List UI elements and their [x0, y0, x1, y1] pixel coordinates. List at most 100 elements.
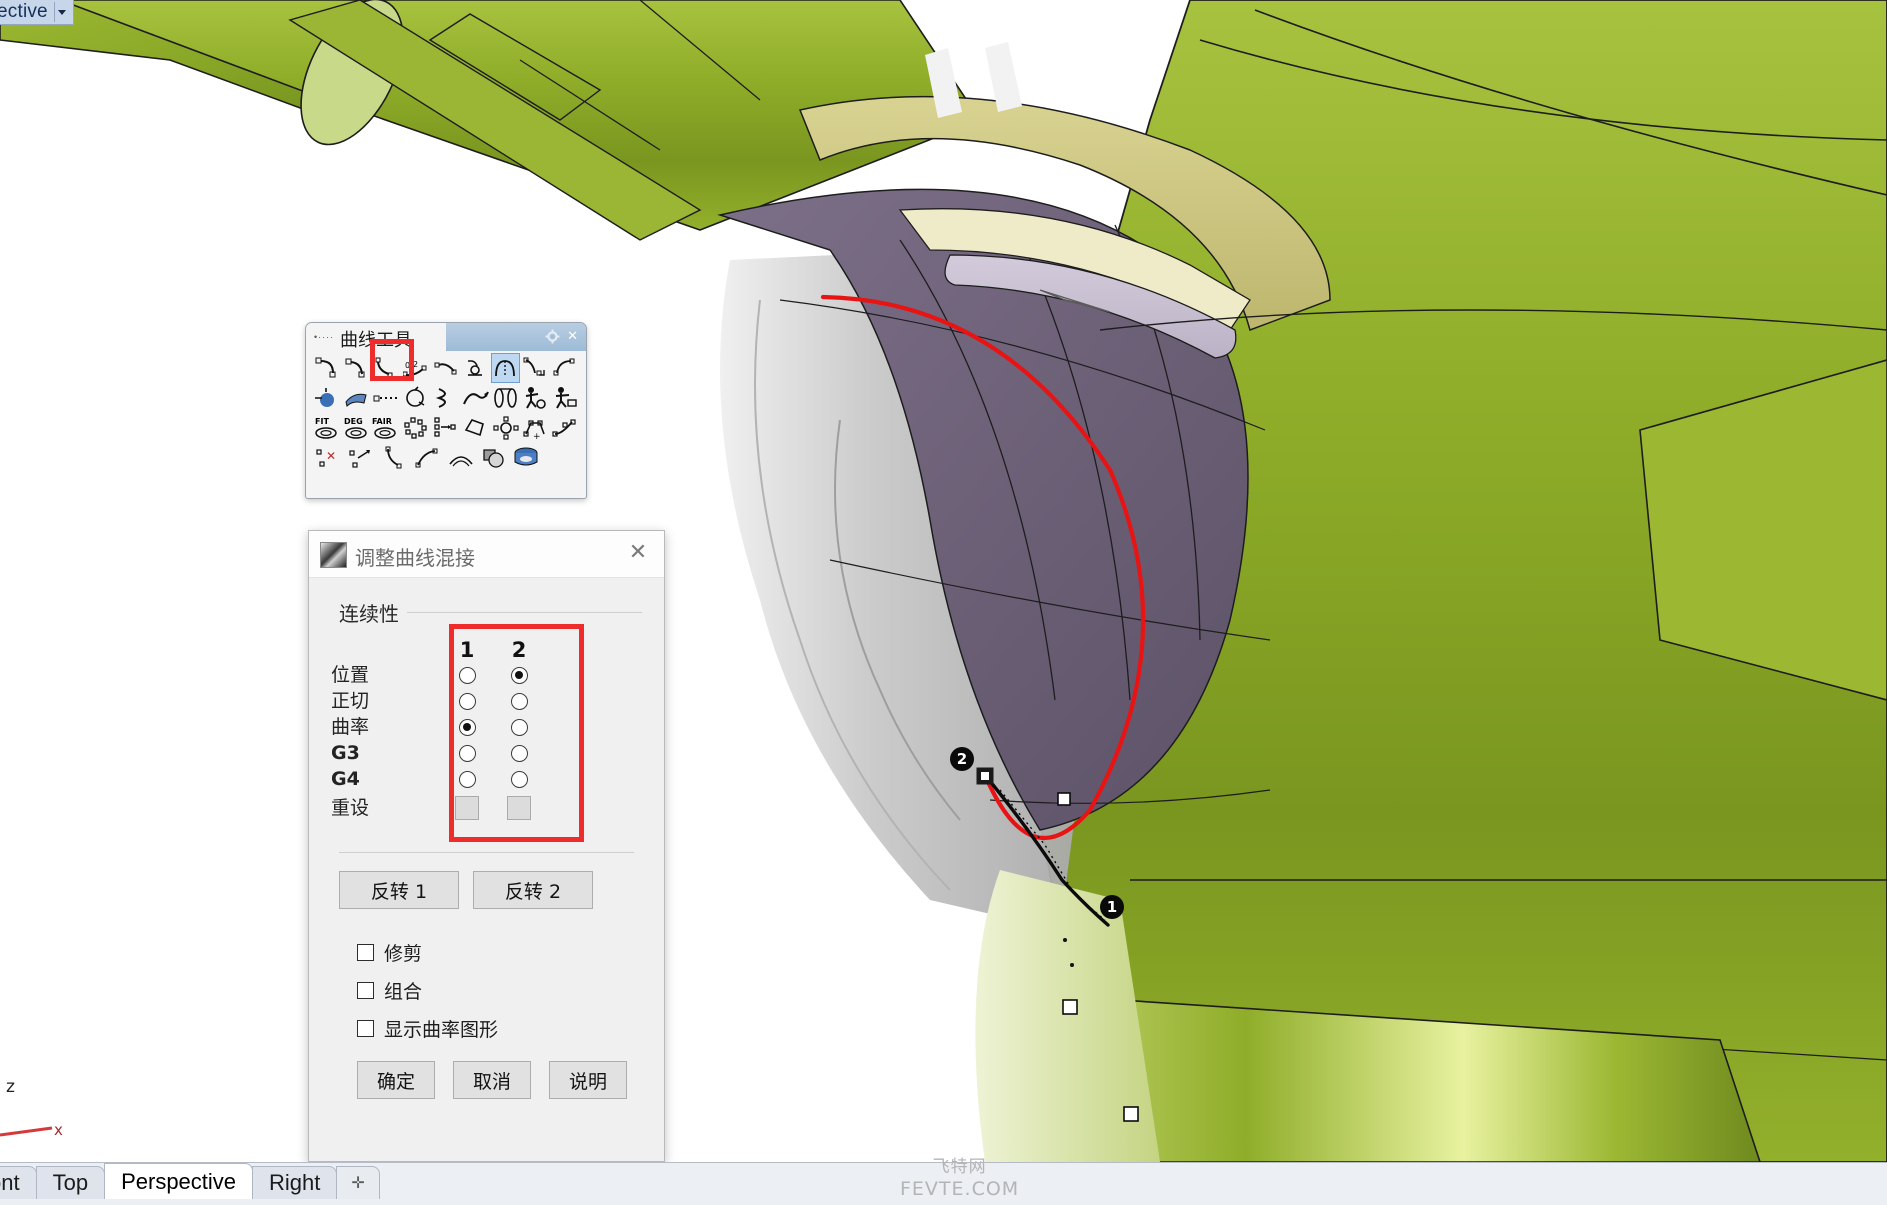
radio-position-col2[interactable]: [510, 666, 528, 684]
curve-blend-icon[interactable]: [342, 353, 372, 383]
radio-curvature-col2[interactable]: [510, 718, 528, 736]
add-viewport-tab-icon[interactable]: ✛: [336, 1166, 380, 1199]
row-label-g3: G3: [331, 742, 360, 764]
ok-button[interactable]: 确定: [357, 1061, 435, 1099]
axis-x-label: x: [54, 1121, 63, 1139]
column-2-label: 2: [511, 638, 527, 662]
trim-label: 修剪: [384, 942, 423, 965]
radio-g3-col2[interactable]: [510, 744, 528, 762]
row-label-curvature: 曲率: [331, 716, 370, 738]
change-degree-icon[interactable]: DEG: [342, 413, 372, 443]
handle-curve-icon[interactable]: [431, 353, 461, 383]
checkbox-row-join[interactable]: 组合: [357, 971, 642, 1009]
fair-curve-icon[interactable]: FAIR: [372, 413, 402, 443]
fillet-corners-icon[interactable]: [461, 353, 491, 383]
revolve-curve-icon[interactable]: [491, 383, 521, 413]
viewport-tabs: ont Top Perspective Right ✛: [0, 1163, 380, 1199]
viewport-tab-front[interactable]: ont: [0, 1166, 37, 1199]
blend-surface-curve-icon[interactable]: [490, 353, 521, 383]
flow-curve-icon[interactable]: [461, 383, 491, 413]
curve-handle-icon[interactable]: [378, 443, 411, 473]
gear-icon[interactable]: [545, 329, 560, 344]
reset-button-col1[interactable]: [455, 796, 479, 820]
curvature-graph-icon[interactable]: [411, 443, 444, 473]
rebuild-points-icon[interactable]: [401, 413, 431, 443]
blend-curve-tool-icon[interactable]: 02: [401, 353, 431, 383]
svg-text:+: +: [533, 432, 541, 440]
radio-tangency-col1[interactable]: [458, 692, 476, 710]
svg-text:DEG: DEG: [344, 417, 363, 426]
drag-grip-icon[interactable]: •····: [314, 332, 334, 342]
radio-tangency-col2[interactable]: [510, 692, 528, 710]
trim-checkbox[interactable]: [357, 943, 374, 961]
radio-position-col1[interactable]: [458, 666, 476, 684]
simplify-curve-icon[interactable]: [461, 413, 491, 443]
arc-blend-icon[interactable]: [312, 353, 342, 383]
twist-curve-icon[interactable]: [431, 383, 461, 413]
column-1-label: 1: [459, 638, 475, 662]
radio-g4-col2[interactable]: [510, 770, 528, 788]
offset-curve-icon[interactable]: [550, 353, 580, 383]
radio-g4-col1[interactable]: [458, 770, 476, 788]
boolean-curve-icon[interactable]: [477, 443, 510, 473]
axis-z-label: z: [6, 1077, 15, 1097]
scene-marker-1: 1: [1100, 895, 1124, 919]
extend-curve-icon[interactable]: [372, 383, 402, 413]
insert-knot-icon[interactable]: [431, 413, 461, 443]
toolbar-row: FIT DEG FAIR +: [312, 413, 580, 443]
flip-button-row: 反转 1 反转 2: [331, 871, 642, 909]
viewport-title-widget[interactable]: rspective: [0, 0, 74, 25]
dialog-titlebar[interactable]: 调整曲线混接 ✕: [309, 531, 664, 578]
row-label-g4: G4: [331, 768, 360, 790]
close-icon[interactable]: ✕: [626, 541, 650, 565]
remove-point-icon[interactable]: ✕: [312, 443, 345, 473]
polygon-edit-icon[interactable]: +: [520, 413, 550, 443]
svg-text:2: 2: [413, 360, 418, 369]
dialog-body: 连续性 1 2 位置 正切 曲率 G3 G4 重设 反转 1 反转 2 修剪 组…: [309, 598, 664, 1099]
curve-tools-icon-grid[interactable]: 02 FIT DEG FAIR + ✕: [312, 353, 580, 473]
extrude-curve-icon[interactable]: [510, 443, 543, 473]
pull-curve-icon[interactable]: [342, 383, 372, 413]
toolbar-row: [312, 383, 580, 413]
continuity-matrix[interactable]: 1 2 位置 正切 曲率 G3 G4 重设: [331, 624, 642, 842]
continuity-group-header: 连续性: [331, 598, 642, 628]
rotate-curve-icon[interactable]: [401, 383, 431, 413]
reset-button-col2[interactable]: [507, 796, 531, 820]
arc-radius-icon[interactable]: [444, 443, 477, 473]
viewport-tab-top[interactable]: Top: [35, 1166, 106, 1199]
svg-text:0: 0: [405, 361, 410, 370]
close-icon[interactable]: ✕: [567, 328, 578, 343]
sketch-curve-icon[interactable]: [520, 383, 550, 413]
watermark-cn: 飞特网: [932, 1157, 987, 1177]
radio-g3-col1[interactable]: [458, 744, 476, 762]
perspective-viewport[interactable]: 2 1 z x: [0, 0, 1887, 1162]
join-label: 组合: [384, 980, 423, 1003]
help-button[interactable]: 说明: [549, 1061, 627, 1099]
join-checkbox[interactable]: [357, 981, 374, 999]
viewport-tab-right[interactable]: Right: [252, 1166, 338, 1199]
flip-1-button[interactable]: 反转 1: [339, 871, 459, 909]
continuity-row-reset: 重设: [331, 792, 642, 824]
checkbox-row-trim[interactable]: 修剪: [357, 933, 642, 971]
dialog-divider: [339, 852, 634, 853]
checkbox-row-show-curvature-graph[interactable]: 显示曲率图形: [357, 1009, 642, 1047]
sketch-camera-icon[interactable]: [550, 383, 580, 413]
point-curve-icon[interactable]: [372, 353, 402, 383]
adjust-curve-blend-dialog[interactable]: 调整曲线混接 ✕ 连续性 1 2 位置 正切 曲率 G3 G4 重设 反转 1 …: [308, 530, 665, 1162]
flip-2-button[interactable]: 反转 2: [473, 871, 593, 909]
svg-text:✕: ✕: [326, 449, 336, 463]
show-curvature-graph-checkbox[interactable]: [357, 1019, 374, 1037]
move-point-icon[interactable]: [345, 443, 378, 473]
fit-curve-icon[interactable]: FIT: [312, 413, 342, 443]
control-points-icon[interactable]: [491, 413, 521, 443]
cancel-button[interactable]: 取消: [453, 1061, 531, 1099]
chevron-down-icon[interactable]: [53, 2, 69, 22]
project-curve-icon[interactable]: [312, 383, 342, 413]
viewport-tab-perspective[interactable]: Perspective: [104, 1163, 254, 1199]
scene-marker-2: 2: [950, 747, 974, 771]
curve-tools-toolbar[interactable]: •···· 曲线工具 ✕ 02 FIT DEG FAIR + ✕: [305, 322, 587, 499]
tween-curve-icon[interactable]: [520, 353, 550, 383]
continuity-row-g3: G3: [331, 740, 642, 766]
add-point-icon[interactable]: [550, 413, 580, 443]
radio-curvature-col1[interactable]: [458, 718, 476, 736]
